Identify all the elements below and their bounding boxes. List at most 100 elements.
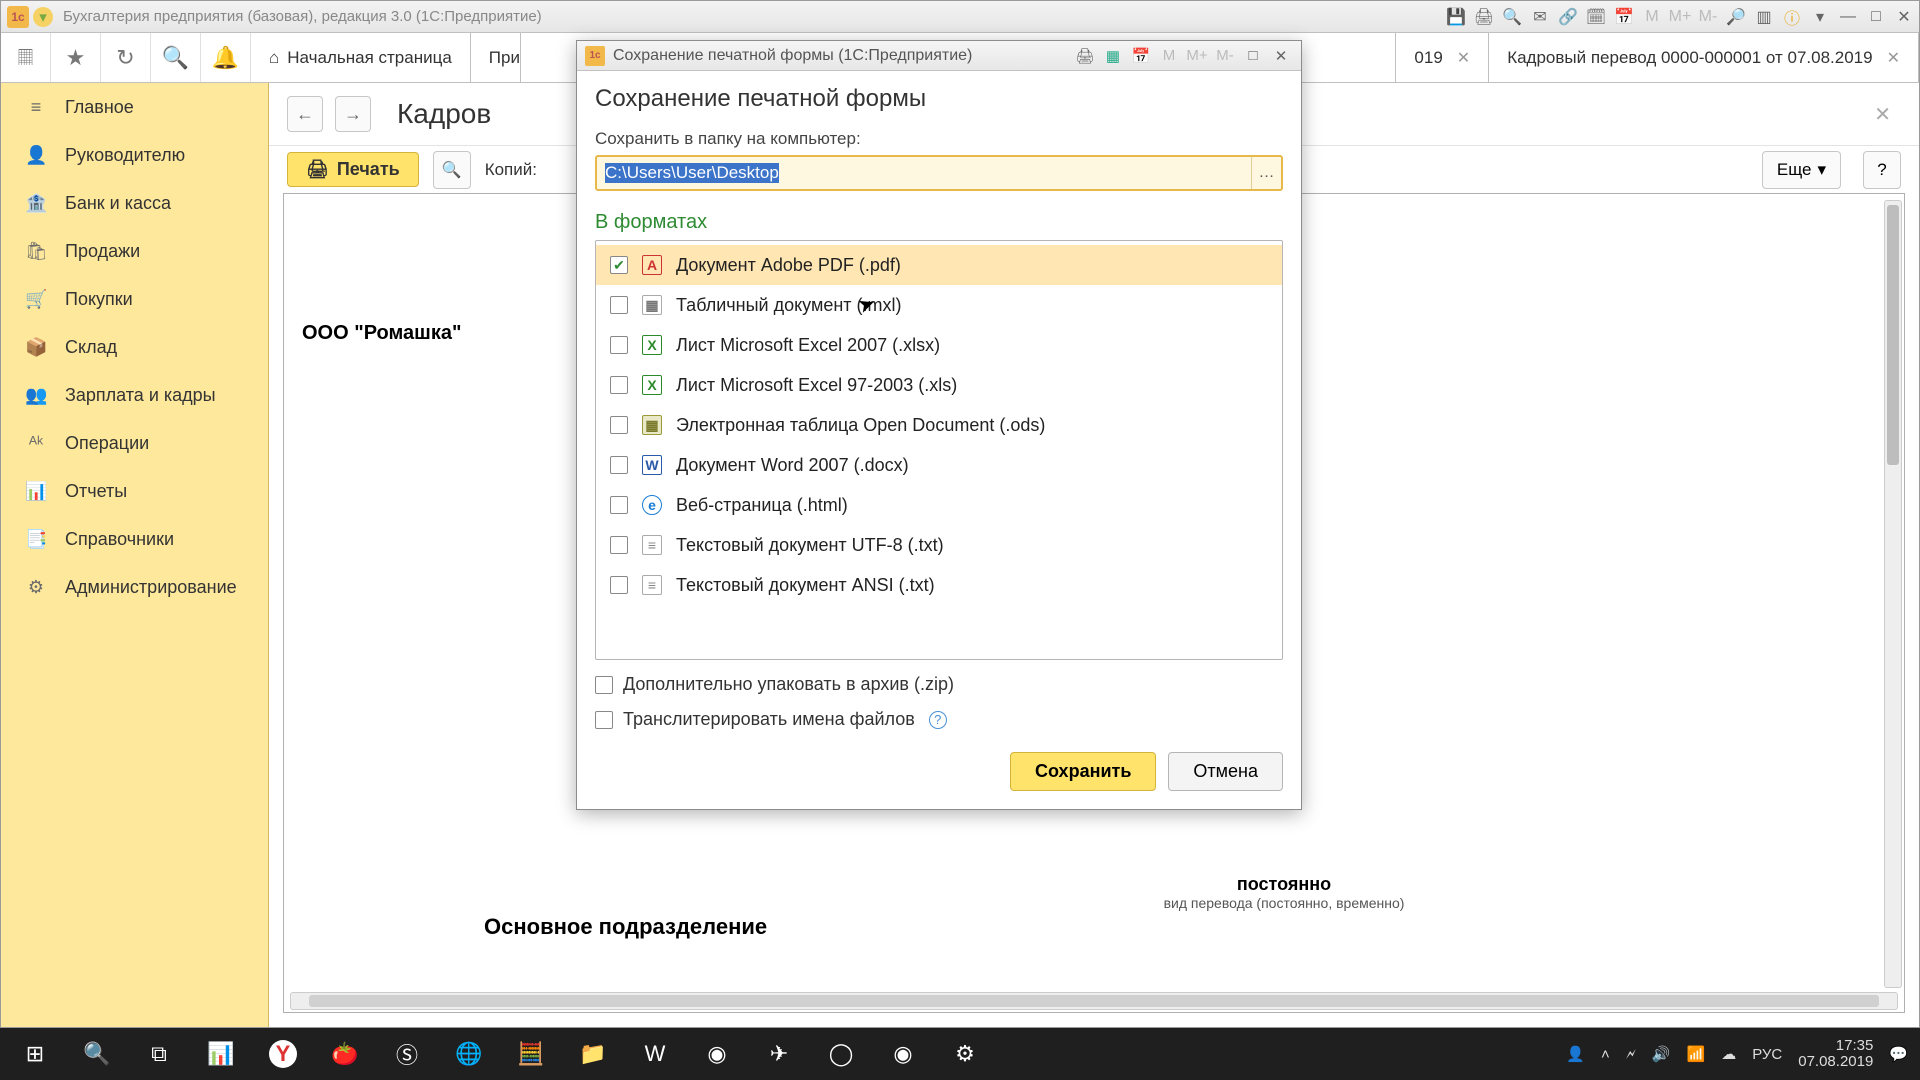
close-icon[interactable]: ✕ — [1887, 48, 1900, 68]
link-icon[interactable]: 🔗 — [1557, 6, 1579, 28]
panel-icon[interactable]: ▥ — [1753, 6, 1775, 28]
tab-kadrovyi-perevod[interactable]: Кадровый перевод 0000-000001 от 07.08.20… — [1489, 33, 1919, 82]
app-settings-icon[interactable]: ⚙ — [934, 1028, 996, 1080]
save-button[interactable]: Сохранить — [1010, 752, 1156, 791]
dlg-maximize-icon[interactable]: □ — [1241, 46, 1265, 66]
format-row-html[interactable]: eВеб-страница (.html) — [596, 485, 1282, 525]
mplus-icon[interactable]: M+ — [1669, 6, 1691, 28]
format-row-txt[interactable]: ≡Текстовый документ UTF-8 (.txt) — [596, 525, 1282, 565]
app-skype-icon[interactable]: Ⓢ — [376, 1028, 438, 1080]
tray-battery-icon[interactable]: 🗲 — [1626, 1046, 1636, 1063]
zip-option[interactable]: Дополнительно упаковать в архив (.zip) — [595, 674, 1283, 695]
sidebar-item-6[interactable]: 👥Зарплата и кадры — [1, 371, 268, 419]
checkbox-icon[interactable] — [595, 676, 613, 694]
taskview-icon[interactable]: ⧉ — [128, 1028, 190, 1080]
tab-truncated-right[interactable]: 019✕ — [1395, 33, 1489, 82]
checkbox-icon[interactable] — [610, 536, 628, 554]
sidebar-item-2[interactable]: 🏦Банк и касса — [1, 179, 268, 227]
cancel-button[interactable]: Отмена — [1168, 752, 1283, 791]
minimize-button[interactable]: — — [1837, 6, 1859, 28]
close-button[interactable]: ✕ — [1893, 6, 1915, 28]
tab-truncated-left[interactable]: При — [471, 33, 521, 82]
checkbox-icon[interactable] — [610, 296, 628, 314]
more-button[interactable]: Еще▾ — [1762, 151, 1841, 189]
start-button[interactable]: ⊞ — [4, 1028, 66, 1080]
app-browser-icon[interactable]: 🌐 — [438, 1028, 500, 1080]
tray-onedrive-icon[interactable]: ☁ — [1721, 1045, 1736, 1063]
checkbox-icon[interactable] — [610, 576, 628, 594]
sidebar-item-5[interactable]: 📦Склад — [1, 323, 268, 371]
mminus-icon[interactable]: M- — [1213, 46, 1237, 66]
app-calc-icon[interactable]: 🧮 — [500, 1028, 562, 1080]
app-word-icon[interactable]: W — [624, 1028, 686, 1080]
checkbox-icon[interactable] — [610, 256, 628, 274]
sidebar-item-4[interactable]: 🛒Покупки — [1, 275, 268, 323]
tray-chevron-icon[interactable]: ˄ — [1601, 1046, 1610, 1063]
dlg-grid-icon[interactable]: ▦ — [1101, 46, 1125, 66]
mminus-icon[interactable]: M- — [1697, 6, 1719, 28]
forward-button[interactable]: → — [335, 96, 371, 132]
format-row-mxl[interactable]: ▦Табличный документ (.mxl) — [596, 285, 1282, 325]
app-tomato-icon[interactable]: 🍅 — [314, 1028, 376, 1080]
print-button[interactable]: 🖨Печать — [287, 152, 419, 187]
favorite-icon[interactable]: ★ — [51, 33, 101, 82]
format-row-doc[interactable]: WДокумент Word 2007 (.docx) — [596, 445, 1282, 485]
dlg-print-icon[interactable]: 🖨 — [1073, 46, 1097, 66]
app-telegram-icon[interactable]: ✈ — [748, 1028, 810, 1080]
bell-icon[interactable]: 🔔 — [201, 33, 251, 82]
format-row-pdf[interactable]: AДокумент Adobe PDF (.pdf) — [596, 245, 1282, 285]
back-button[interactable]: ← — [287, 96, 323, 132]
sidebar-item-7[interactable]: ᴬᵏОперации — [1, 419, 268, 467]
path-input[interactable] — [597, 157, 1251, 189]
m-icon[interactable]: M — [1157, 46, 1181, 66]
checkbox-icon[interactable] — [610, 336, 628, 354]
translit-option[interactable]: Транслитерировать имена файлов ? — [595, 709, 1283, 730]
help-icon[interactable]: ? — [929, 711, 947, 729]
dialog-titlebar[interactable]: 1c Сохранение печатной формы (1С:Предпри… — [577, 41, 1301, 71]
sidebar-item-10[interactable]: ⚙Администрирование — [1, 563, 268, 611]
dlg-calendar-icon[interactable]: 📅 — [1129, 46, 1153, 66]
tray-notifications-icon[interactable]: 💬 — [1889, 1045, 1908, 1063]
mplus-icon[interactable]: M+ — [1185, 46, 1209, 66]
tray-volume-icon[interactable]: 🔊 — [1652, 1045, 1671, 1063]
sidebar-item-8[interactable]: 📊Отчеты — [1, 467, 268, 515]
tray-lang[interactable]: РУС — [1752, 1046, 1782, 1063]
search-taskbar-icon[interactable]: 🔍 — [66, 1028, 128, 1080]
dlg-close-icon[interactable]: ✕ — [1269, 46, 1293, 66]
info-icon[interactable]: ⓘ — [1781, 6, 1803, 28]
mail-icon[interactable]: ✉ — [1529, 6, 1551, 28]
sidebar-item-0[interactable]: ≡Главное — [1, 83, 268, 131]
save-icon[interactable]: 💾 — [1445, 6, 1467, 28]
app-1c-icon[interactable]: ◉ — [686, 1028, 748, 1080]
tray-clock[interactable]: 17:35 07.08.2019 — [1798, 1038, 1873, 1071]
app-explorer-icon[interactable]: 📁 — [562, 1028, 624, 1080]
close-icon[interactable]: ✕ — [1457, 48, 1470, 68]
format-row-xls[interactable]: XЛист Microsoft Excel 97-2003 (.xls) — [596, 365, 1282, 405]
checkbox-icon[interactable] — [610, 456, 628, 474]
tray-people-icon[interactable]: 👤 — [1566, 1045, 1585, 1063]
preview-button[interactable]: 🔍 — [433, 151, 471, 189]
checkbox-icon[interactable] — [610, 416, 628, 434]
app-chrome-icon[interactable]: ◯ — [810, 1028, 872, 1080]
format-row-xls[interactable]: XЛист Microsoft Excel 2007 (.xlsx) — [596, 325, 1282, 365]
checkbox-icon[interactable] — [610, 376, 628, 394]
zoom-icon[interactable]: 🔎 — [1725, 6, 1747, 28]
sidebar-item-1[interactable]: 👤Руководителю — [1, 131, 268, 179]
print-icon[interactable]: 🖨 — [1473, 6, 1495, 28]
sidebar-item-9[interactable]: 📑Справочники — [1, 515, 268, 563]
app-yandex-icon[interactable]: Y — [252, 1028, 314, 1080]
vertical-scrollbar[interactable] — [1884, 200, 1902, 988]
checkbox-icon[interactable] — [610, 496, 628, 514]
browse-button[interactable]: … — [1251, 157, 1281, 189]
maximize-button[interactable]: □ — [1865, 6, 1887, 28]
format-row-txt[interactable]: ≡Текстовый документ ANSI (.txt) — [596, 565, 1282, 605]
app-1c2-icon[interactable]: ◉ — [872, 1028, 934, 1080]
tray-wifi-icon[interactable]: 📶 — [1687, 1045, 1706, 1063]
horizontal-scrollbar[interactable] — [290, 992, 1898, 1010]
history-icon[interactable]: ↻ — [101, 33, 151, 82]
app-powerpoint-icon[interactable]: 📊 — [190, 1028, 252, 1080]
tab-home[interactable]: ⌂Начальная страница — [251, 33, 471, 82]
calendar-icon[interactable]: 📅 — [1613, 6, 1635, 28]
sidebar-item-3[interactable]: 🛍Продажи — [1, 227, 268, 275]
dropdown-icon[interactable]: ▾ — [1809, 6, 1831, 28]
